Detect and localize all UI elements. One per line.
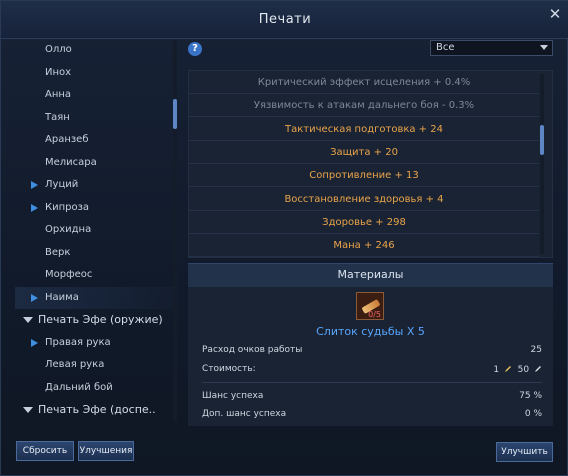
extra-success-row: Доп. шанс успеха 0 % xyxy=(202,409,542,423)
caret-down-icon xyxy=(23,407,33,413)
tree-item-label: Аранзеб xyxy=(45,134,89,145)
upgrade-button[interactable]: Улучшить xyxy=(496,442,553,462)
title-bar: Печати ✕ xyxy=(1,1,568,39)
close-icon[interactable]: ✕ xyxy=(547,6,563,22)
tree-item[interactable]: Аранзеб xyxy=(15,129,175,151)
success-value: 75 % xyxy=(519,391,542,401)
tree-item[interactable]: Верк xyxy=(15,242,175,264)
caret-down-icon xyxy=(23,317,33,323)
extra-success-label: Доп. шанс успеха xyxy=(202,409,287,419)
tree-item-label: Таян xyxy=(45,111,70,123)
tree-item-label: Кипроза xyxy=(45,201,90,213)
tree-item-label: Инох xyxy=(45,66,72,78)
tree-item[interactable]: Кипроза xyxy=(15,197,175,219)
tree-item[interactable]: Олло xyxy=(15,39,175,61)
tree-item[interactable]: Дальний бой xyxy=(15,377,175,399)
tree-scrollbar-track[interactable] xyxy=(173,41,177,421)
filter-dropdown[interactable]: Все xyxy=(430,40,553,56)
play-arrow-icon xyxy=(31,203,38,212)
cost-row: Стоимость: 1 50 xyxy=(202,364,542,378)
seals-window: Печати ✕ Олло Инох Анна Таян Аранзеб Мелисара… xyxy=(0,0,568,476)
chevron-down-icon xyxy=(540,45,548,50)
pencil-silver-icon xyxy=(535,366,541,372)
stat-row: Уязвимость к атакам дальнего боя - 0.3% xyxy=(189,94,539,118)
reset-button[interactable]: Сбросить xyxy=(16,441,74,461)
stat-row: Восстановление здоровья + 4 xyxy=(189,188,539,211)
tree-group-label: Печать Эфе (доспе.. xyxy=(38,403,156,416)
cost-b: 50 xyxy=(517,365,530,375)
success-row: Шанс успеха 75 % xyxy=(202,391,542,405)
success-label: Шанс успеха xyxy=(202,391,264,401)
material-item-icon[interactable]: 0/5 xyxy=(356,292,384,320)
tree-item-label: Луций xyxy=(45,179,79,190)
window-title: Печати xyxy=(258,12,312,27)
tree-scrollbar-thumb[interactable] xyxy=(173,99,177,129)
tree-item-label: Мелисара xyxy=(45,156,97,168)
material-qty: 0/5 xyxy=(368,310,381,319)
work-points-row: Расход очков работы 25 xyxy=(202,345,542,359)
tree-item[interactable]: Луций xyxy=(15,174,175,196)
tree-item-label: Олло xyxy=(45,44,72,55)
tree-item[interactable]: Инох xyxy=(15,62,175,84)
tree-item-label: Орхидна xyxy=(45,224,92,235)
work-points-value: 25 xyxy=(530,345,542,355)
tree-item-label: Дальний бой xyxy=(45,381,113,393)
work-points-label: Расход очков работы xyxy=(202,345,303,355)
cost-a: 1 xyxy=(493,365,500,375)
stats-list: Критический эффект исцеления + 0.4% Уязви… xyxy=(188,70,553,258)
materials-header: Материалы xyxy=(188,263,553,287)
tree-group-label: Печать Эфе (оружие) xyxy=(38,313,163,326)
tree-item-label: Правая рука xyxy=(45,336,111,348)
tree-item[interactable]: Правая рука xyxy=(15,332,175,354)
tree-item-label: Морфеос xyxy=(45,269,93,280)
stats-scrollbar-track[interactable] xyxy=(540,74,544,254)
tree-item-label: Верк xyxy=(45,246,71,258)
stat-row: Сопротивление + 13 xyxy=(189,164,539,188)
material-name: Слиток судьбы X 5 xyxy=(316,325,425,338)
cost-value: 1 50 xyxy=(493,364,542,375)
stat-row: Критический эффект исцеления + 0.4% xyxy=(189,71,539,94)
tree-item[interactable]: Левая рука xyxy=(15,354,175,376)
pencil-gold-icon xyxy=(504,366,511,372)
tree-item[interactable]: Наима xyxy=(15,286,175,309)
upgrades-button[interactable]: Улучшения xyxy=(78,441,134,461)
tree-item-label: Наима xyxy=(45,291,79,303)
tree-item-label: Анна xyxy=(45,89,72,100)
tree-item[interactable]: Орхидна xyxy=(15,219,175,241)
help-icon[interactable]: ? xyxy=(188,42,202,56)
tree-item[interactable]: Морфеос xyxy=(15,264,175,286)
tree-item-label: Левая рука xyxy=(45,359,105,370)
divider xyxy=(202,382,542,383)
tree-item[interactable]: Анна xyxy=(15,84,175,106)
play-arrow-icon xyxy=(31,293,38,302)
filter-dropdown-value: Все xyxy=(436,42,455,53)
extra-success-value: 0 % xyxy=(524,409,542,419)
stats-scrollbar-thumb[interactable] xyxy=(540,125,544,155)
stat-row: Тактическая подготовка + 24 xyxy=(189,118,539,141)
cost-label: Стоимость: xyxy=(202,364,256,374)
play-arrow-icon xyxy=(31,338,38,347)
stat-row: Здоровье + 298 xyxy=(189,211,539,234)
tree-item[interactable]: Мелисара xyxy=(15,152,175,174)
stat-row: Мана + 246 xyxy=(189,234,539,257)
seal-tree: Олло Инох Анна Таян Аранзеб Мелисара Луций Кипр… xyxy=(15,39,179,427)
tree-group-weapon[interactable]: Печать Эфе (оружие) xyxy=(15,309,175,331)
play-arrow-icon xyxy=(31,181,38,189)
tree-group-armor[interactable]: Печать Эфе (доспе.. xyxy=(15,399,175,421)
tree-item[interactable]: Таян xyxy=(15,107,175,129)
stat-row: Защита + 20 xyxy=(189,141,539,164)
